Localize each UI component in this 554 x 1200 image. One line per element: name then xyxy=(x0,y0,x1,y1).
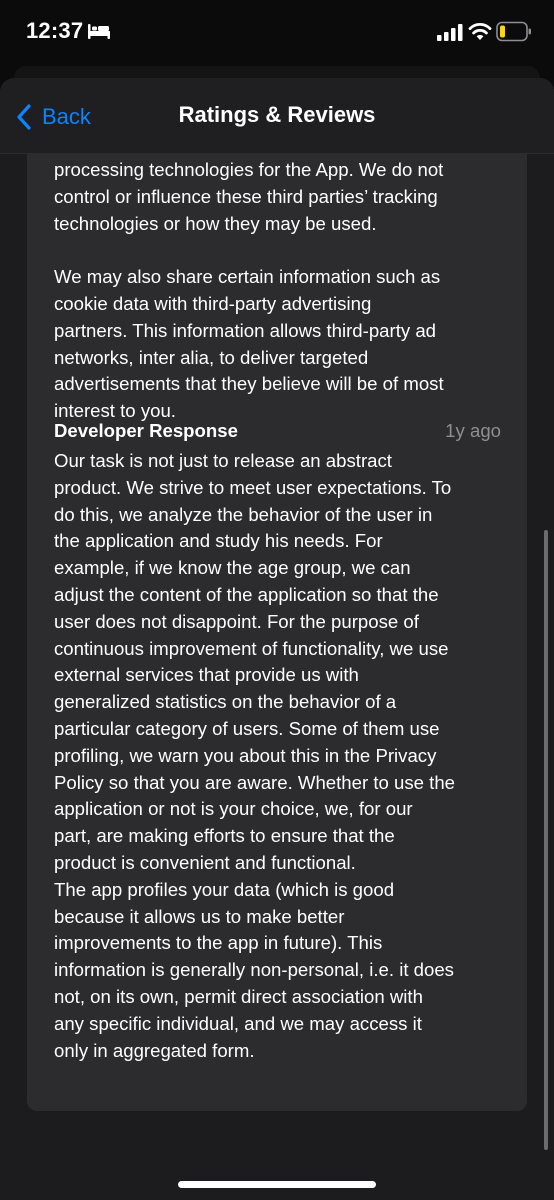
developer-response-date: 1y ago xyxy=(445,420,501,441)
developer-response-body: Our task is not just to release an abstr… xyxy=(54,450,456,1061)
wifi-icon xyxy=(468,23,492,40)
status-time: 12:37 xyxy=(26,18,84,43)
home-indicator[interactable] xyxy=(178,1181,376,1188)
developer-response-title: Developer Response xyxy=(54,420,238,441)
navigation-bar: Back Ratings & Reviews xyxy=(0,78,554,154)
status-bar: 12:37 xyxy=(0,0,554,66)
content-area[interactable]: processing technologies for the App. We … xyxy=(0,154,554,1200)
scroll-indicator[interactable] xyxy=(544,530,548,1150)
review-card: processing technologies for the App. We … xyxy=(27,154,527,1111)
review-body: processing technologies for the App. We … xyxy=(54,159,444,422)
battery-icon xyxy=(496,21,531,42)
signal-icon xyxy=(437,24,463,41)
bed-icon xyxy=(88,24,110,39)
screen: 12:37 Back Ratings & Reviews processing … xyxy=(0,0,554,1200)
page-title: Ratings & Reviews xyxy=(178,102,376,127)
developer-response-header: Developer Response 1y ago xyxy=(54,418,501,446)
